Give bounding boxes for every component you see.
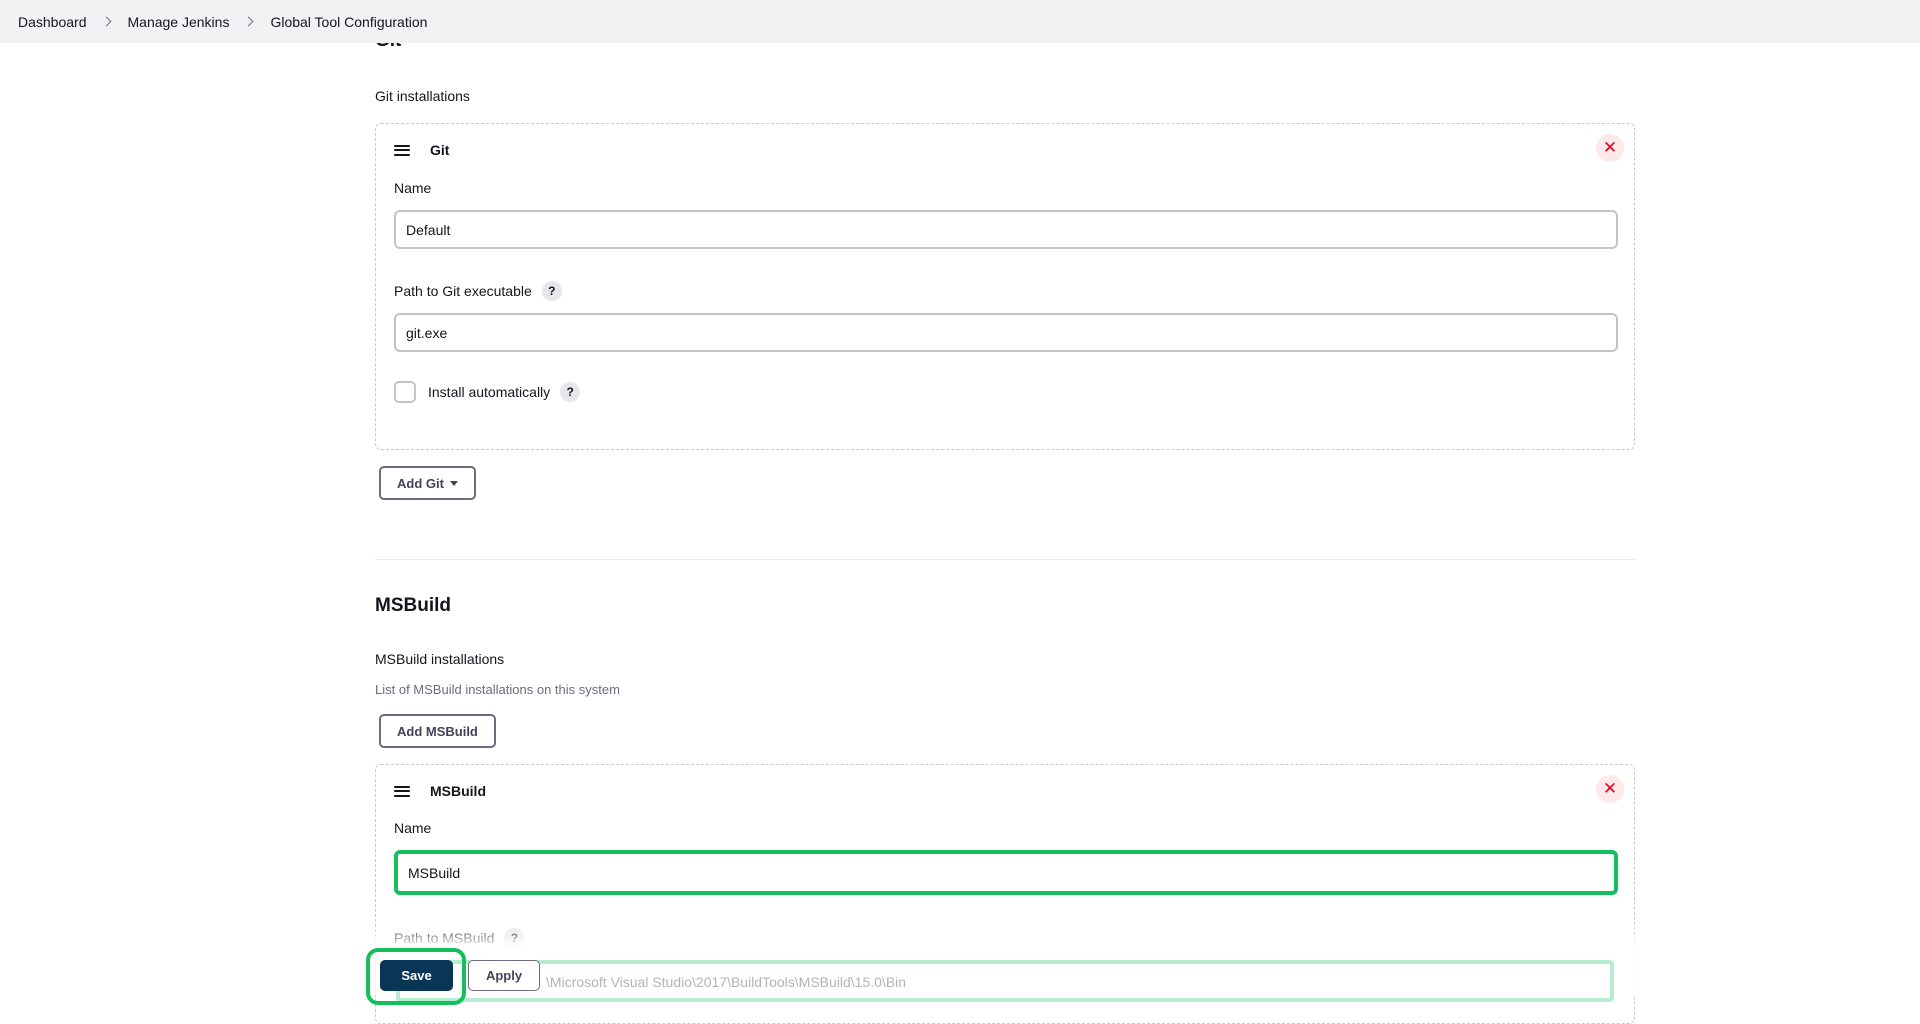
msbuild-description: List of MSBuild installations on this sy… — [375, 682, 620, 697]
drag-handle-icon[interactable] — [394, 785, 410, 797]
chevron-right-icon — [101, 16, 111, 27]
msbuild-item-header: MSBuild — [394, 783, 486, 799]
msbuild-installations-label: MSBuild installations — [375, 651, 505, 667]
msbuild-name-input[interactable] — [394, 850, 1618, 895]
breadcrumb: Dashboard Manage Jenkins Global Tool Con… — [0, 0, 1920, 43]
drag-handle-icon[interactable] — [394, 144, 410, 156]
add-git-label: Add Git — [397, 475, 444, 491]
breadcrumb-manage-jenkins[interactable]: Manage Jenkins — [128, 14, 230, 30]
chevron-right-icon — [244, 16, 254, 27]
add-msbuild-label: Add MSBuild — [397, 723, 478, 739]
install-automatically-row: Install automatically ? — [394, 381, 581, 403]
help-icon[interactable]: ? — [560, 382, 581, 402]
breadcrumb-dashboard[interactable]: Dashboard — [18, 14, 87, 30]
save-button[interactable]: Save — [380, 960, 453, 991]
git-name-input[interactable] — [394, 210, 1618, 249]
breadcrumb-global-tool-configuration[interactable]: Global Tool Configuration — [270, 14, 427, 30]
git-item-header: Git — [394, 142, 449, 158]
add-msbuild-button[interactable]: Add MSBuild — [379, 714, 496, 748]
caret-down-icon — [449, 480, 458, 486]
section-divider — [375, 559, 1635, 560]
msbuild-section-title: MSBuild — [375, 595, 451, 616]
delete-git-button[interactable]: ✕ — [1596, 134, 1624, 162]
install-automatically-checkbox[interactable] — [394, 381, 416, 403]
git-path-label-row: Path to Git executable ? — [394, 281, 562, 301]
msbuild-name-label: Name — [394, 820, 432, 836]
git-installations-label: Git installations — [375, 88, 470, 104]
install-automatically-label[interactable]: Install automatically — [428, 384, 550, 400]
close-icon: ✕ — [1602, 779, 1618, 798]
delete-msbuild-button[interactable]: ✕ — [1596, 775, 1624, 803]
git-item-title: Git — [430, 142, 450, 158]
git-path-input[interactable] — [394, 313, 1618, 352]
git-installation-item: Git ✕ Name Path to Git executable ? Inst… — [375, 123, 1635, 450]
msbuild-path-input[interactable]: \Microsoft Visual Studio\2017\BuildTools… — [396, 960, 1614, 1002]
add-git-button[interactable]: Add Git — [379, 466, 476, 500]
msbuild-item-title: MSBuild — [430, 783, 486, 799]
git-name-label: Name — [394, 180, 432, 196]
apply-button[interactable]: Apply — [468, 960, 540, 991]
help-icon[interactable]: ? — [541, 281, 562, 301]
close-icon: ✕ — [1602, 138, 1618, 157]
git-path-label: Path to Git executable — [394, 283, 532, 299]
